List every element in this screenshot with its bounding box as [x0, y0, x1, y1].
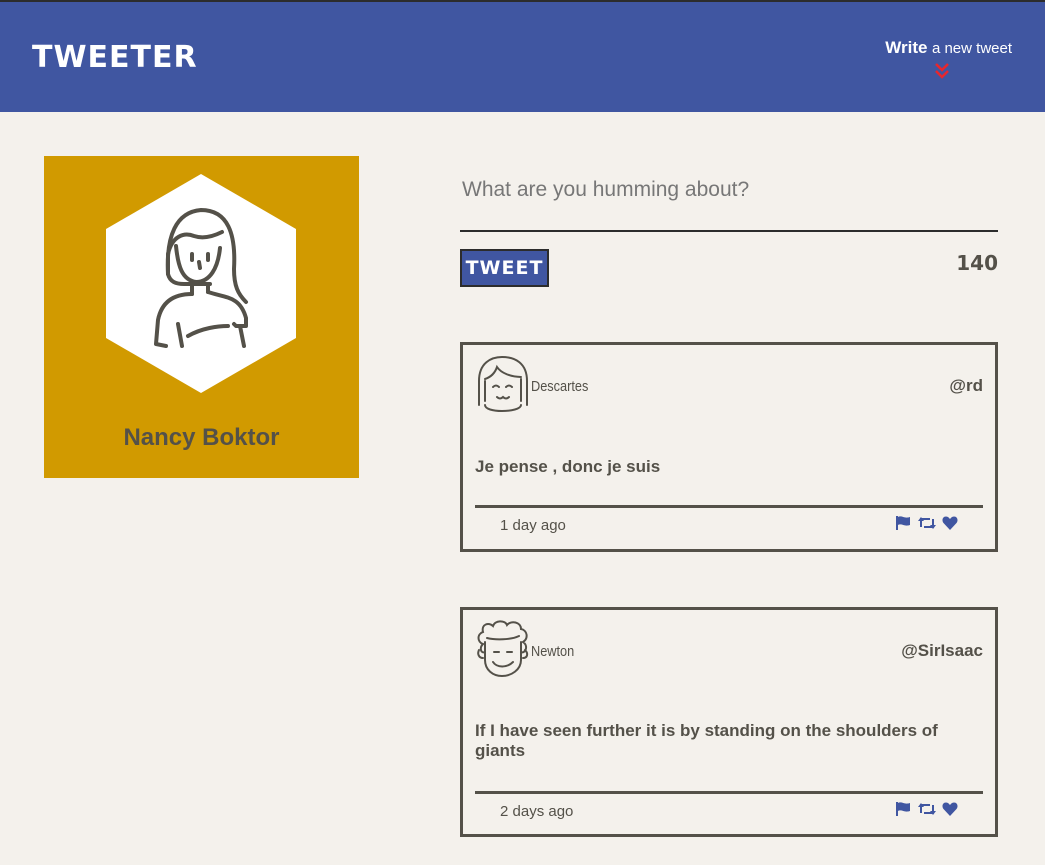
tweet-author-name: Descartes [531, 378, 589, 395]
double-chevron-down-icon[interactable] [934, 62, 950, 80]
flag-icon[interactable] [895, 515, 911, 531]
tweet-author-handle[interactable]: @SirIsaac [901, 641, 983, 661]
tweet-content: Je pense , donc je suis [475, 457, 661, 476]
navbar: TWEETER Write a new tweet [0, 0, 1045, 112]
tweet-submit-button[interactable]: TWEET [460, 249, 549, 287]
write-label-strong: Write [885, 38, 928, 57]
tweet-timestamp: 2 days ago [500, 803, 574, 820]
heart-icon[interactable] [942, 515, 958, 531]
tweet-author-handle[interactable]: @rd [949, 376, 983, 396]
tweet-actions [893, 514, 958, 534]
woman-avatar-icon [106, 174, 296, 393]
retweet-icon[interactable] [917, 801, 936, 817]
tweet-content: If I have seen further it is by standing… [475, 721, 938, 760]
tweet-card: Descartes @rd Je pense , donc je suis 1 … [460, 342, 998, 552]
write-label-rest: a new tweet [931, 40, 1012, 57]
tweet-footer: 1 day ago [475, 505, 983, 549]
heart-icon[interactable] [942, 801, 958, 817]
character-counter: 140 [956, 251, 998, 275]
profile-name: Nancy Boktor [123, 424, 280, 451]
compose-tweet-input[interactable] [460, 170, 998, 232]
retweet-icon[interactable] [917, 515, 936, 531]
profile-avatar [106, 174, 296, 393]
brand-logo[interactable]: TWEETER [32, 40, 198, 75]
tweet-author-name: Newton [531, 643, 575, 660]
tweet-composer: TWEET 140 [460, 170, 998, 287]
curly-hair-avatar-icon [475, 620, 530, 680]
write-new-tweet-toggle[interactable]: Write a new tweet [872, 38, 1012, 79]
flag-icon[interactable] [895, 801, 911, 817]
tweet-actions [893, 800, 958, 820]
profile-card: Nancy Boktor [44, 156, 359, 478]
tweet-footer: 2 days ago [475, 791, 983, 835]
tweet-timestamp: 1 day ago [500, 517, 566, 534]
tweet-card: Newton @SirIsaac If I have seen further … [460, 607, 998, 837]
bob-haircut-avatar-icon [475, 355, 530, 415]
